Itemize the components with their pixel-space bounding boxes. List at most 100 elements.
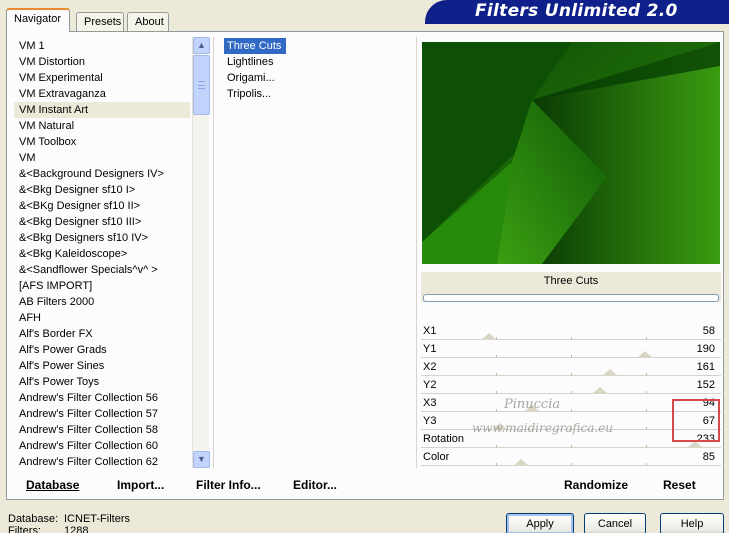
slider-thumb[interactable] xyxy=(602,369,618,376)
scroll-down-button[interactable]: ▼ xyxy=(193,451,210,468)
slider-tick xyxy=(646,445,647,448)
slider-tick xyxy=(571,355,572,358)
slider-tick xyxy=(646,373,647,376)
param-row-y1[interactable]: Y1 190 xyxy=(421,341,721,359)
category-list[interactable]: VM 1 VM Distortion VM Experimental VM Extra… xyxy=(14,38,190,468)
slider-tick xyxy=(496,391,497,394)
database-button[interactable]: Database xyxy=(26,478,79,492)
category-item[interactable]: &<BKg Designer sf10 II> xyxy=(14,198,190,214)
app-title: Filters Unlimited 2.0 xyxy=(475,1,678,21)
category-item[interactable]: &<Bkg Designer sf10 III> xyxy=(14,214,190,230)
slider-tick xyxy=(496,373,497,376)
database-label: Database xyxy=(26,478,80,492)
slider-tick xyxy=(571,463,572,466)
slider-tick xyxy=(571,373,572,376)
scroll-up-button[interactable]: ▲ xyxy=(193,37,210,54)
category-item[interactable]: VM 1 xyxy=(14,38,190,54)
watermark-url: www.maidiregrafica.eu xyxy=(472,421,614,435)
filter-item[interactable]: Tripolis... xyxy=(224,86,414,102)
category-item[interactable]: Alf's Power Sines xyxy=(14,358,190,374)
parameter-sliders: X1 58 Y1 190 X2 161 Y2 152 X3 94 Y3 67 Rotation 233 Co… xyxy=(421,323,721,467)
param-value: 190 xyxy=(696,343,715,355)
param-row-color[interactable]: Color 85 xyxy=(421,449,721,467)
progress-bar xyxy=(423,294,719,302)
category-item[interactable]: Alf's Power Grads xyxy=(14,342,190,358)
help-button[interactable]: Help xyxy=(660,513,724,533)
list-divider xyxy=(213,37,214,468)
scroll-thumb[interactable] xyxy=(193,55,210,115)
category-item[interactable]: Andrew's Filter Collection 62 xyxy=(14,454,190,468)
param-label: Y3 xyxy=(423,415,437,427)
filter-item[interactable]: Lightlines xyxy=(224,54,414,70)
category-item[interactable]: AFH xyxy=(14,310,190,326)
param-value: 152 xyxy=(696,379,715,391)
editor-button[interactable]: Editor... xyxy=(293,478,337,492)
import-button[interactable]: Import... xyxy=(117,478,164,492)
status-database-value: ICNET-Filters xyxy=(64,513,130,525)
param-label: Rotation xyxy=(423,433,464,445)
category-item[interactable]: [AFS IMPORT] xyxy=(14,278,190,294)
slider-tick xyxy=(646,409,647,412)
param-label: Y1 xyxy=(423,343,437,355)
slider-tick xyxy=(571,409,572,412)
category-item[interactable]: &<Background Designers IV> xyxy=(14,166,190,182)
category-item[interactable]: VM Natural xyxy=(14,118,190,134)
cancel-button[interactable]: Cancel xyxy=(584,513,646,533)
tab-about[interactable]: About xyxy=(127,12,169,31)
status-area: Database: ICNET-Filters Filters: 1288 xyxy=(8,513,130,533)
preview-image xyxy=(422,42,720,264)
category-item[interactable]: VM xyxy=(14,150,190,166)
reset-button[interactable]: Reset xyxy=(663,478,696,492)
slider-tick xyxy=(571,391,572,394)
param-row-y2[interactable]: Y2 152 xyxy=(421,377,721,395)
status-filters-label: Filters: xyxy=(8,525,41,533)
category-item[interactable]: &<Bkg Kaleidoscope> xyxy=(14,246,190,262)
param-label: X2 xyxy=(423,361,437,373)
slider-tick xyxy=(646,463,647,466)
slider-tick xyxy=(646,427,647,430)
category-item[interactable]: &<Bkg Designer sf10 I> xyxy=(14,182,190,198)
slider-thumb[interactable] xyxy=(592,387,608,394)
list-divider-2 xyxy=(416,37,417,468)
category-item[interactable]: AB Filters 2000 xyxy=(14,294,190,310)
filter-item[interactable]: Origami... xyxy=(224,70,414,86)
tab-navigator[interactable]: Navigator xyxy=(6,8,70,32)
filter-item[interactable]: Three Cuts xyxy=(224,38,286,54)
param-row-x2[interactable]: X2 161 xyxy=(421,359,721,377)
category-item[interactable]: &<Sandflower Specials^v^ > xyxy=(14,262,190,278)
filter-name-box: Three Cuts xyxy=(421,272,721,302)
randomize-button[interactable]: Randomize xyxy=(564,478,628,492)
category-item[interactable]: VM Instant Art xyxy=(14,102,190,118)
category-item[interactable]: VM Extravaganza xyxy=(14,86,190,102)
category-item[interactable]: Alf's Border FX xyxy=(14,326,190,342)
slider-thumb[interactable] xyxy=(637,351,653,358)
slider-thumb[interactable] xyxy=(687,441,703,448)
slider-thumb[interactable] xyxy=(513,459,529,466)
category-item[interactable]: VM Experimental xyxy=(14,70,190,86)
category-item[interactable]: Andrew's Filter Collection 57 xyxy=(14,406,190,422)
slider-thumb[interactable] xyxy=(481,333,497,340)
preview-artwork xyxy=(422,42,720,264)
filter-list[interactable]: Three Cuts Lightlines Origami... Tripolis..… xyxy=(224,38,414,468)
category-item[interactable]: VM Distortion xyxy=(14,54,190,70)
grip-icon xyxy=(198,81,205,89)
current-filter-name: Three Cuts xyxy=(543,275,599,287)
watermark-name: Pinuccia xyxy=(504,397,561,412)
param-row-x1[interactable]: X1 58 xyxy=(421,323,721,341)
navigator-panel: VM 1 VM Distortion VM Experimental VM Extra… xyxy=(6,31,724,500)
apply-button[interactable]: Apply xyxy=(506,513,574,533)
param-label: Y2 xyxy=(423,379,437,391)
filter-info-button[interactable]: Filter Info... xyxy=(196,478,261,492)
category-item[interactable]: Alf's Power Toys xyxy=(14,374,190,390)
status-filters-value: 1288 xyxy=(64,525,89,533)
param-label: Color xyxy=(423,451,450,463)
param-value: 85 xyxy=(702,451,715,463)
category-item[interactable]: VM Toolbox xyxy=(14,134,190,150)
highlight-annotation xyxy=(672,399,720,442)
category-item[interactable]: Andrew's Filter Collection 56 xyxy=(14,390,190,406)
tab-presets[interactable]: Presets xyxy=(76,12,124,31)
category-scrollbar[interactable]: ▲ ▼ xyxy=(192,37,210,468)
category-item[interactable]: Andrew's Filter Collection 60 xyxy=(14,438,190,454)
category-item[interactable]: &<Bkg Designers sf10 IV> xyxy=(14,230,190,246)
category-item[interactable]: Andrew's Filter Collection 58 xyxy=(14,422,190,438)
